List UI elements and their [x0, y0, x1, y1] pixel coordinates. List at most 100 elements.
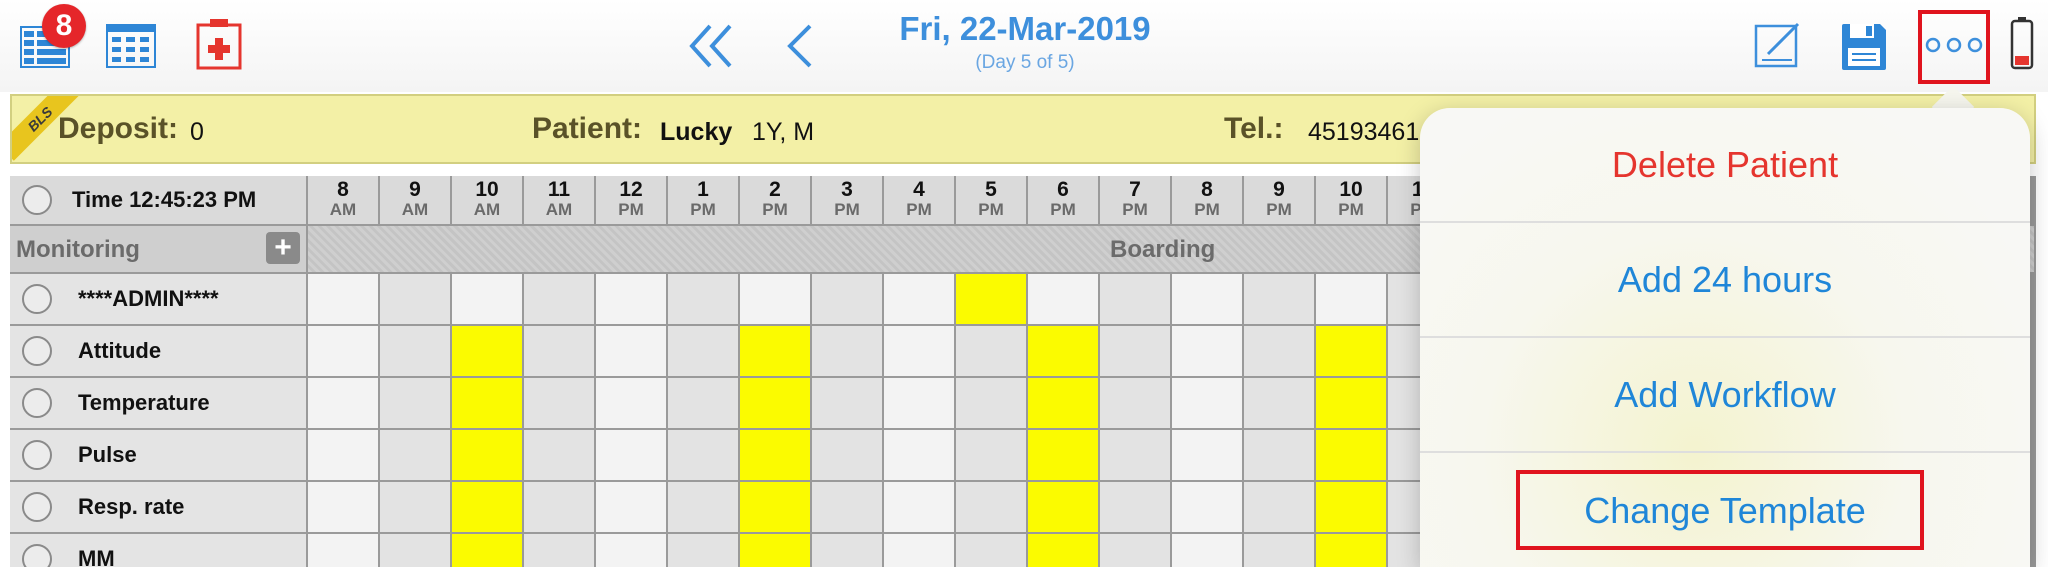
scheduled-cell[interactable] [1316, 534, 1388, 567]
empty-cell[interactable] [1172, 326, 1244, 378]
empty-cell[interactable] [596, 534, 668, 567]
scheduled-cell[interactable] [1028, 482, 1100, 534]
empty-cell[interactable] [524, 430, 596, 482]
row-label-cell[interactable]: Temperature [10, 378, 308, 430]
empty-cell[interactable] [740, 274, 812, 326]
edit-icon[interactable] [1754, 20, 1802, 68]
row-select-circle-icon[interactable] [22, 492, 52, 522]
scheduled-cell[interactable] [740, 326, 812, 378]
row-select-circle-icon[interactable] [22, 440, 52, 470]
empty-cell[interactable] [1172, 430, 1244, 482]
scheduled-cell[interactable] [1028, 378, 1100, 430]
empty-cell[interactable] [1244, 534, 1316, 567]
empty-cell[interactable] [812, 378, 884, 430]
empty-cell[interactable] [1100, 482, 1172, 534]
empty-cell[interactable] [452, 274, 524, 326]
delete-patient-item[interactable]: Delete Patient [1420, 108, 2030, 223]
empty-cell[interactable] [884, 482, 956, 534]
empty-cell[interactable] [956, 378, 1028, 430]
scheduled-cell[interactable] [956, 274, 1028, 326]
empty-cell[interactable] [596, 326, 668, 378]
empty-cell[interactable] [524, 482, 596, 534]
empty-cell[interactable] [884, 326, 956, 378]
grid-view-icon[interactable] [106, 24, 156, 68]
empty-cell[interactable] [308, 430, 380, 482]
scheduled-cell[interactable] [740, 482, 812, 534]
empty-cell[interactable] [380, 326, 452, 378]
empty-cell[interactable] [380, 378, 452, 430]
empty-cell[interactable] [524, 378, 596, 430]
empty-cell[interactable] [884, 430, 956, 482]
scheduled-cell[interactable] [1316, 378, 1388, 430]
empty-cell[interactable] [668, 378, 740, 430]
row-select-circle-icon[interactable] [22, 544, 52, 567]
row-label-cell[interactable]: Pulse [10, 430, 308, 482]
empty-cell[interactable] [596, 430, 668, 482]
empty-cell[interactable] [668, 274, 740, 326]
empty-cell[interactable] [884, 534, 956, 567]
empty-cell[interactable] [380, 274, 452, 326]
add-workflow-item[interactable]: Add Workflow [1420, 338, 2030, 453]
empty-cell[interactable] [956, 482, 1028, 534]
empty-cell[interactable] [308, 274, 380, 326]
row-label-cell[interactable]: Resp. rate [10, 482, 308, 534]
empty-cell[interactable] [1028, 274, 1100, 326]
empty-cell[interactable] [524, 274, 596, 326]
empty-cell[interactable] [596, 274, 668, 326]
patient-name[interactable]: Lucky [660, 118, 732, 147]
empty-cell[interactable] [668, 430, 740, 482]
scheduled-cell[interactable] [452, 430, 524, 482]
empty-cell[interactable] [1100, 378, 1172, 430]
empty-cell[interactable] [956, 430, 1028, 482]
add-24-hours-item[interactable]: Add 24 hours [1420, 223, 2030, 338]
empty-cell[interactable] [668, 482, 740, 534]
empty-cell[interactable] [668, 326, 740, 378]
row-select-circle-icon[interactable] [22, 388, 52, 418]
empty-cell[interactable] [1316, 274, 1388, 326]
more-options-button[interactable] [1918, 10, 1990, 84]
scheduled-cell[interactable] [740, 430, 812, 482]
empty-cell[interactable] [956, 326, 1028, 378]
empty-cell[interactable] [380, 482, 452, 534]
scheduled-cell[interactable] [452, 534, 524, 567]
empty-cell[interactable] [308, 482, 380, 534]
chevron-left-icon[interactable] [782, 22, 818, 70]
scheduled-cell[interactable] [452, 482, 524, 534]
empty-cell[interactable] [668, 534, 740, 567]
scheduled-cell[interactable] [1316, 430, 1388, 482]
empty-cell[interactable] [1244, 430, 1316, 482]
empty-cell[interactable] [1244, 326, 1316, 378]
row-label-cell[interactable]: ****ADMIN**** [10, 274, 308, 326]
empty-cell[interactable] [812, 326, 884, 378]
empty-cell[interactable] [812, 430, 884, 482]
scheduled-cell[interactable] [1028, 534, 1100, 567]
empty-cell[interactable] [1244, 378, 1316, 430]
empty-cell[interactable] [1100, 326, 1172, 378]
empty-cell[interactable] [1172, 274, 1244, 326]
scheduled-cell[interactable] [1028, 430, 1100, 482]
save-icon[interactable] [1840, 22, 1888, 72]
empty-cell[interactable] [1244, 274, 1316, 326]
empty-cell[interactable] [308, 378, 380, 430]
empty-cell[interactable] [884, 274, 956, 326]
scheduled-cell[interactable] [1316, 482, 1388, 534]
empty-cell[interactable] [812, 534, 884, 567]
scheduled-cell[interactable] [1316, 326, 1388, 378]
double-chevron-left-icon[interactable] [686, 22, 736, 70]
empty-cell[interactable] [884, 378, 956, 430]
empty-cell[interactable] [812, 482, 884, 534]
notification-badge[interactable]: 8 [42, 4, 86, 48]
empty-cell[interactable] [596, 378, 668, 430]
row-label-cell[interactable]: MM [10, 534, 308, 567]
empty-cell[interactable] [380, 430, 452, 482]
scheduled-cell[interactable] [740, 378, 812, 430]
empty-cell[interactable] [956, 534, 1028, 567]
empty-cell[interactable] [308, 534, 380, 567]
row-label-cell[interactable]: Attitude [10, 326, 308, 378]
empty-cell[interactable] [308, 326, 380, 378]
row-select-circle-icon[interactable] [22, 284, 52, 314]
empty-cell[interactable] [524, 534, 596, 567]
empty-cell[interactable] [524, 326, 596, 378]
empty-cell[interactable] [1100, 534, 1172, 567]
scheduled-cell[interactable] [1028, 326, 1100, 378]
